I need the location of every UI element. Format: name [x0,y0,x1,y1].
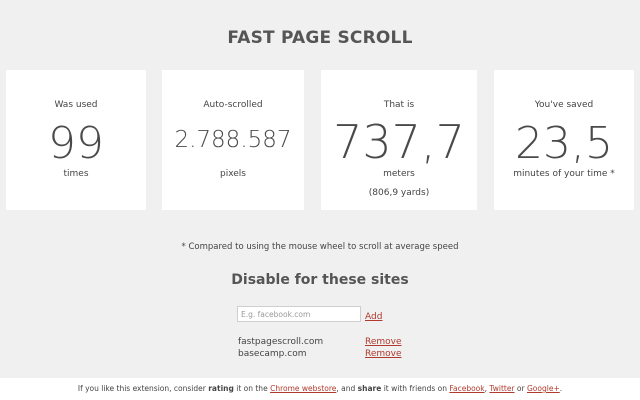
add-site-link[interactable]: Add [365,312,382,322]
stat-card-time-saved: You've saved 23,5 minutes of your time * [494,70,634,210]
stat-card-pixels: Auto-scrolled 2.788.587 pixels [162,70,304,210]
footer-text-part: , [484,384,487,393]
site-row: basecamp.com Remove [238,349,408,361]
stat-label: That is [383,100,415,110]
footer-text-part: . [559,384,563,393]
stat-unit: minutes of your time * [513,169,615,179]
stat-unit: meters [383,169,415,179]
footer-text-part: it on the [236,384,268,393]
chrome-webstore-link[interactable]: Chrome webstore [270,384,336,393]
footer-text: If you like this extension, consider rat… [0,384,640,393]
footer-bar: If you like this extension, consider rat… [0,378,640,400]
stat-value: 99 [48,118,104,169]
footer-text-part: or [516,384,525,393]
stat-unit: times [63,169,89,179]
footnote: * Compared to using the mouse wheel to s… [181,242,459,252]
site-name: fastpagescroll.com [238,337,324,347]
facebook-link[interactable]: Facebook [449,384,484,393]
remove-site-link[interactable]: Remove [365,337,402,347]
stat-card-usage: Was used 99 times [6,70,146,210]
google-plus-link[interactable]: Google+ [527,384,560,393]
footer-text-emphasis: share [357,384,382,393]
footer-text-emphasis: rating [208,384,234,393]
page-title: FAST PAGE SCROLL [227,28,413,48]
site-row: fastpagescroll.com Remove [238,337,408,349]
stat-label: Was used [54,100,98,110]
stat-value: 23,5 [515,118,613,169]
footer-text-part: it with friends on [383,384,447,393]
remove-site-link[interactable]: Remove [365,349,402,359]
footer-text-part: If you like this extension, consider [77,384,206,393]
stat-unit: pixels [220,169,246,179]
stat-value: 737,7 [333,115,465,169]
site-input[interactable] [237,306,361,322]
stat-card-distance: That is 737,7 meters (806,9 yards) [321,70,477,210]
stat-value: 2.788.587 [174,127,292,153]
site-name: basecamp.com [238,349,307,359]
stat-label: You've saved [534,100,594,110]
stat-extra: (806,9 yards) [368,188,430,198]
disable-section-title: Disable for these sites [231,272,409,288]
twitter-link[interactable]: Twitter [489,384,514,393]
footer-text-part: , and [336,384,356,393]
stat-label: Auto-scrolled [203,100,263,110]
